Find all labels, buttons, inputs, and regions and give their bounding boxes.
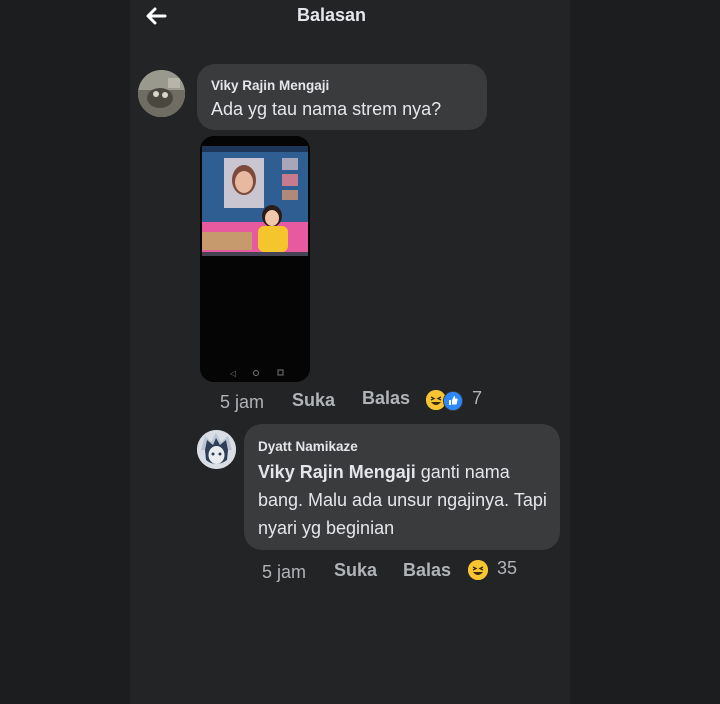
reply-button[interactable]: Balas [403, 560, 451, 581]
like-icon[interactable] [443, 391, 463, 411]
avatar[interactable] [138, 70, 185, 117]
arrow-left-icon [146, 7, 167, 25]
comment-time: 5 jam [262, 562, 307, 582]
like-button[interactable]: Suka [334, 560, 377, 581]
right-margin [570, 0, 720, 704]
like-button[interactable]: Suka [292, 390, 335, 411]
reaction-count[interactable]: 7 [472, 388, 482, 409]
comment-author[interactable]: Viky Rajin Mengaji [211, 78, 329, 93]
reply-button[interactable]: Balas [362, 388, 410, 409]
reply-bubble: Dyatt Namikaze Viky Rajin Mengaji ganti … [244, 424, 560, 550]
comment-image[interactable]: ◁ [200, 136, 310, 382]
comment-text: Viky Rajin Mengaji ganti nama bang. Malu… [258, 458, 554, 542]
comment-text: Ada yg tau nama strem nya? [211, 99, 442, 119]
comment-bubble: Viky Rajin Mengaji Ada yg tau nama strem… [197, 64, 487, 130]
avatar[interactable] [197, 430, 236, 469]
page-title: Balasan [297, 5, 367, 25]
svg-text:◁: ◁ [229, 369, 236, 378]
comment-time: 5 jam [220, 392, 265, 412]
reaction-count[interactable]: 35 [497, 558, 517, 579]
mention-link[interactable]: Viky Rajin Mengaji [258, 462, 416, 482]
haha-icon[interactable] [468, 560, 488, 580]
left-margin [0, 0, 130, 704]
back-button[interactable] [143, 4, 169, 28]
comment-author[interactable]: Dyatt Namikaze [258, 439, 358, 454]
